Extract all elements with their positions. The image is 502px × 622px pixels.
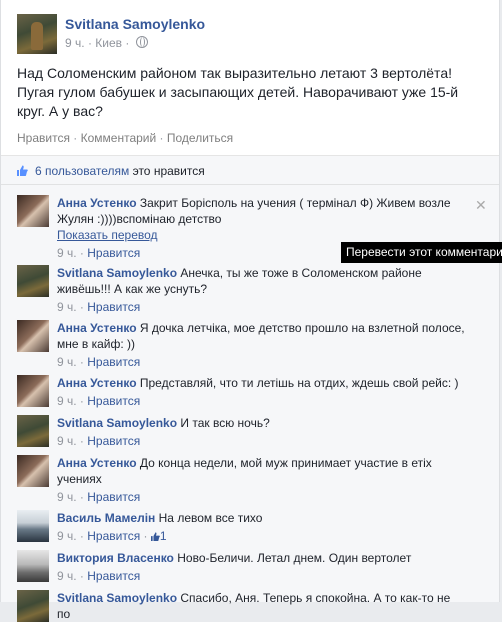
- comment-like-button[interactable]: Нравится: [87, 355, 140, 369]
- commenter-avatar[interactable]: [17, 550, 49, 582]
- comment-time[interactable]: 9 ч.: [57, 569, 77, 583]
- comment-like-button[interactable]: Нравится: [87, 529, 140, 543]
- comment-time[interactable]: 9 ч.: [57, 300, 77, 314]
- commenter-avatar[interactable]: [17, 510, 49, 542]
- comment-text: Представляй, что ти летішь на отдих, жде…: [139, 376, 459, 390]
- commenter-name[interactable]: Svitlana Samoylenko: [57, 591, 177, 605]
- comment-like-button[interactable]: Нравится: [87, 569, 140, 583]
- comment-button[interactable]: Комментарий: [81, 131, 157, 145]
- post-meta: 9 ч. · Киев ·: [65, 36, 148, 50]
- post-time[interactable]: 9 ч.: [65, 36, 85, 50]
- commenter-name[interactable]: Василь Мамелін: [57, 511, 155, 525]
- comment-like-button[interactable]: Нравится: [87, 246, 140, 260]
- comment-like-button[interactable]: Нравится: [87, 434, 140, 448]
- commenter-avatar[interactable]: [17, 415, 49, 447]
- post-card: Svitlana Samoylenko 9 ч. · Киев · Над Со…: [0, 0, 500, 622]
- commenter-avatar[interactable]: [17, 590, 49, 622]
- commenter-avatar[interactable]: [17, 320, 49, 352]
- commenter-name[interactable]: Анна Устенко: [57, 456, 137, 470]
- comment-time[interactable]: 9 ч.: [57, 490, 77, 504]
- comment-text: На левом все тихо: [158, 511, 263, 525]
- post-text: Над Соломенским районом так выразительно…: [17, 65, 459, 119]
- commenter-name[interactable]: Svitlana Samoylenko: [57, 266, 177, 280]
- post-actions: Нравится · Комментарий · Поделиться: [17, 131, 234, 145]
- likes-count-link[interactable]: 6 пользователям: [35, 164, 129, 178]
- comment-time[interactable]: 9 ч.: [57, 529, 77, 543]
- comment-time[interactable]: 9 ч.: [57, 434, 77, 448]
- likes-suffix: это нравится: [129, 164, 205, 178]
- commenter-avatar[interactable]: [17, 455, 49, 487]
- commenter-avatar[interactable]: [17, 195, 49, 227]
- comment-time[interactable]: 9 ч.: [57, 394, 77, 408]
- author-avatar[interactable]: [17, 14, 57, 54]
- commenter-name[interactable]: Анна Устенко: [57, 321, 137, 335]
- commenter-avatar[interactable]: [17, 375, 49, 407]
- translate-tooltip: Перевести этот комментарий: [341, 242, 502, 263]
- globe-icon[interactable]: [135, 36, 148, 48]
- commenter-name[interactable]: Анна Устенко: [57, 376, 137, 390]
- share-button[interactable]: Поделиться: [167, 131, 233, 145]
- commenter-name[interactable]: Виктория Власенко: [57, 551, 174, 565]
- likes-summary: 6 пользователям это нравится: [1, 156, 499, 185]
- comment-text: Ново-Беличи. Летал днем. Один вертолет: [177, 551, 412, 565]
- like-button[interactable]: Нравится: [17, 131, 70, 145]
- commenter-name[interactable]: Svitlana Samoylenko: [57, 416, 177, 430]
- comment-like-button[interactable]: Нравится: [87, 394, 140, 408]
- close-icon[interactable]: ✕: [475, 197, 487, 214]
- commenter-avatar[interactable]: [17, 265, 49, 297]
- comment-time[interactable]: 9 ч.: [57, 355, 77, 369]
- show-translation-link[interactable]: Показать перевод: [57, 227, 465, 243]
- post-location[interactable]: Киев: [95, 36, 122, 50]
- thumbs-up-icon: [150, 532, 160, 541]
- comment-text: И так всю ночь?: [180, 416, 270, 430]
- comment-like-button[interactable]: Нравится: [87, 300, 140, 314]
- thumbs-up-icon: [17, 165, 28, 176]
- post-author-name[interactable]: Svitlana Samoylenko: [65, 16, 205, 32]
- comment-likes-count[interactable]: 1: [150, 529, 167, 543]
- comment-like-button[interactable]: Нравится: [87, 490, 140, 504]
- comment-time[interactable]: 9 ч.: [57, 246, 77, 260]
- commenter-name[interactable]: Анна Устенко: [57, 196, 137, 210]
